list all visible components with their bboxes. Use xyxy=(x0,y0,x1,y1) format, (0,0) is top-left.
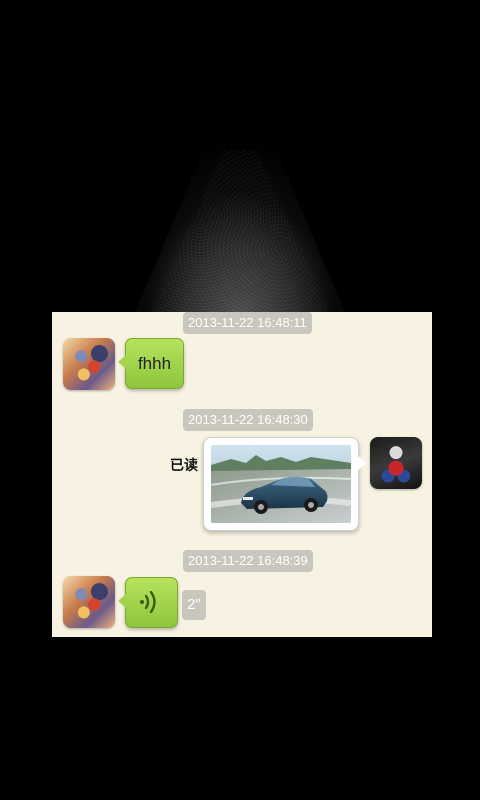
voice-wave-icon xyxy=(140,591,156,613)
message-timestamp: 2013-11-22 16:48:39 xyxy=(183,550,313,572)
message-text: fhhh xyxy=(137,354,172,373)
screen: 2013-11-22 16:48:11 fhhh 2013-11-22 16:4… xyxy=(0,0,480,800)
my-avatar[interactable] xyxy=(370,437,422,489)
car-photo-thumbnail[interactable] xyxy=(211,445,351,523)
voice-duration-badge: 2" xyxy=(182,590,206,620)
message-timestamp: 2013-11-22 16:48:30 xyxy=(183,409,313,431)
text-message-bubble[interactable]: fhhh xyxy=(118,338,184,389)
contact-avatar[interactable] xyxy=(63,576,115,628)
car-photo-icon xyxy=(211,445,351,523)
message-timestamp: 2013-11-22 16:48:11 xyxy=(183,312,312,334)
chat-panel[interactable]: 2013-11-22 16:48:11 fhhh 2013-11-22 16:4… xyxy=(52,312,432,637)
read-status-label: 已读 xyxy=(170,458,198,474)
image-message-bubble[interactable] xyxy=(203,437,367,531)
contact-avatar[interactable] xyxy=(63,338,115,390)
voice-message-bubble[interactable] xyxy=(118,577,178,628)
